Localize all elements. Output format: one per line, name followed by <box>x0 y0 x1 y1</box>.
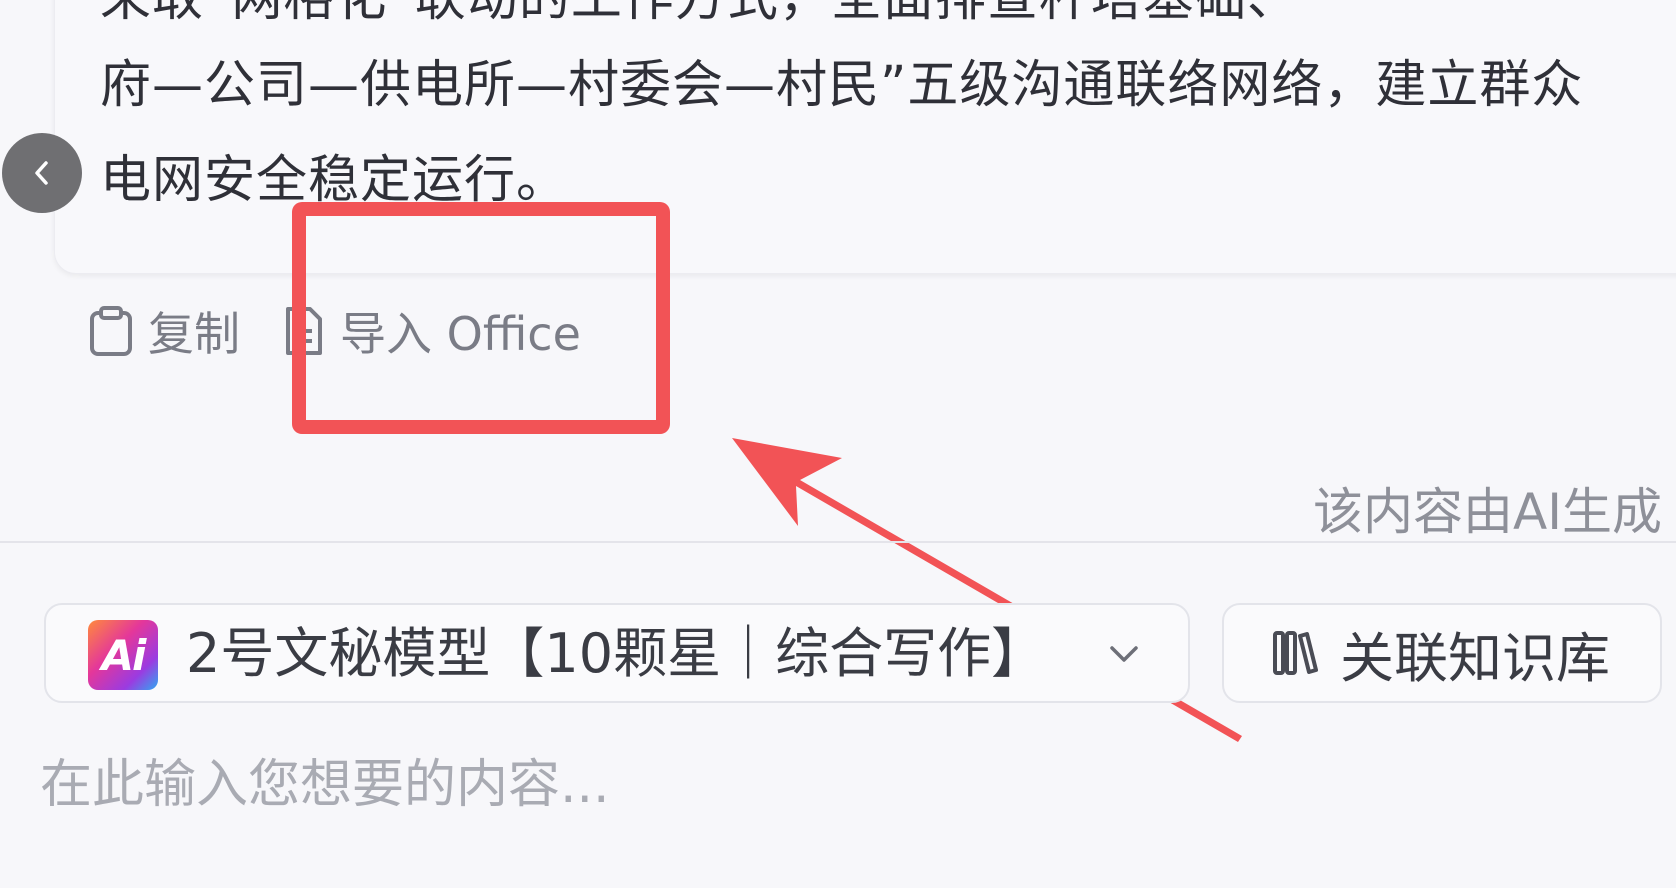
link-knowledge-base-button[interactable]: 关联知识库 <box>1222 603 1662 703</box>
highlight-annotation-box <box>292 202 670 434</box>
clipboard-icon <box>90 306 132 356</box>
prompt-input[interactable] <box>40 740 1640 830</box>
copy-button[interactable]: 复制 <box>88 296 240 366</box>
collapse-button[interactable] <box>2 133 82 213</box>
copy-label: 复制 <box>148 307 240 361</box>
knowledge-base-label: 关联知识库 <box>1340 626 1610 690</box>
model-selector[interactable]: Ai 2号文秘模型【10颗星｜综合写作】 <box>44 603 1190 703</box>
chevron-down-icon <box>1110 646 1138 662</box>
ai-logo: Ai <box>88 620 158 690</box>
model-selector-label: 2号文秘模型【10颗星｜综合写作】 <box>186 622 1046 685</box>
response-text-line-1: 采取“网格化”联动的工作方式，全面排查杆塔基础、 <box>100 0 1299 34</box>
books-icon <box>1273 631 1318 675</box>
chevron-left-icon <box>35 161 48 185</box>
ai-generated-disclaimer: 该内容由AI生成 <box>1313 483 1662 541</box>
response-text-line-2: 府—公司—供电所—村委会—村民”五级沟通联络网络，建立群众 <box>100 56 1584 115</box>
divider <box>0 541 1676 543</box>
